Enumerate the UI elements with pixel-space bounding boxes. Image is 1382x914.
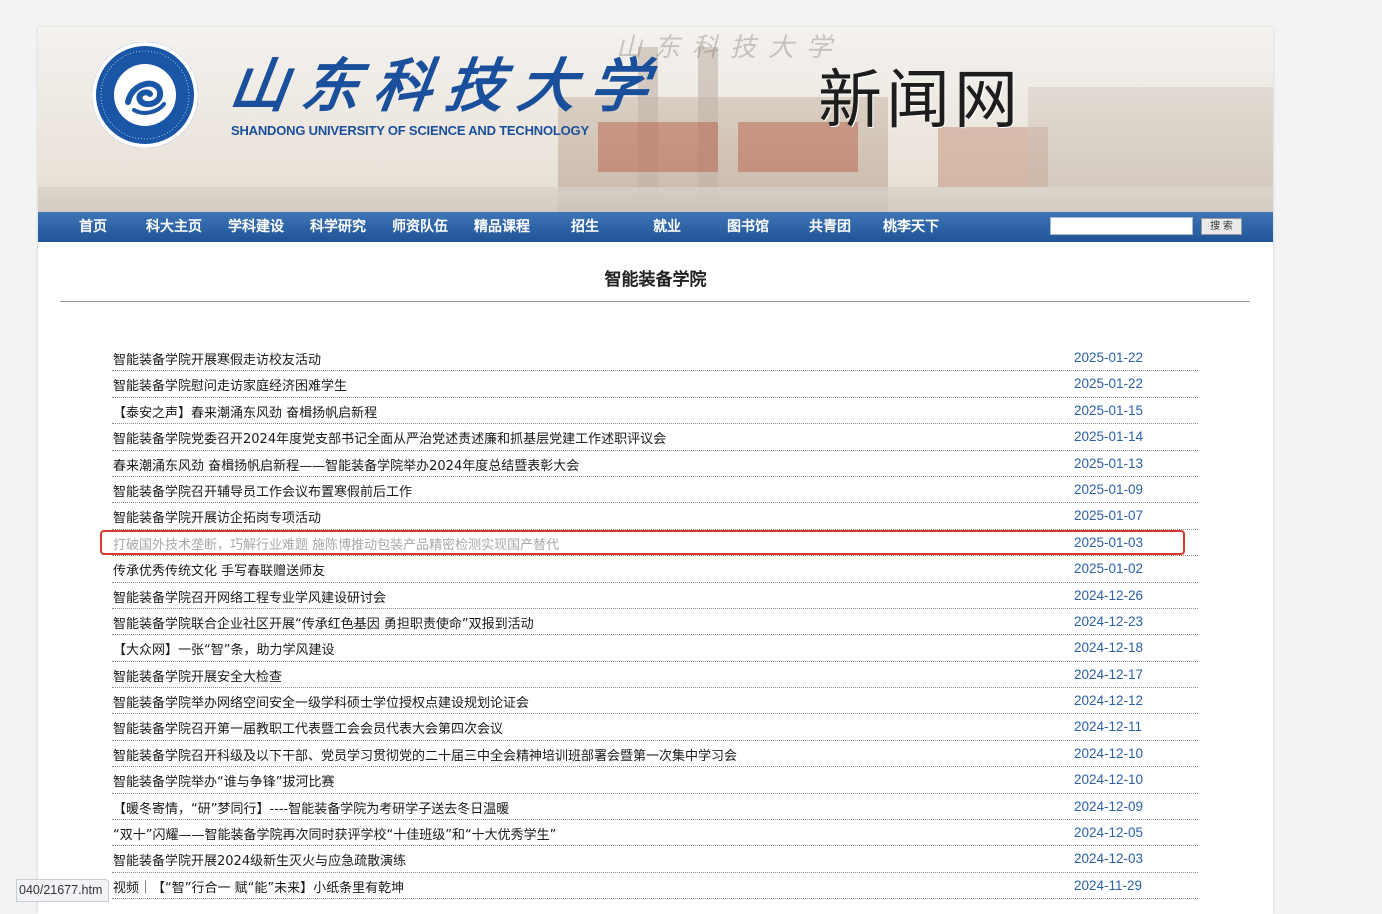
nav-item-alumni[interactable]: 桃李天下 <box>883 212 939 242</box>
news-date: 2024-12-11 <box>1074 719 1143 735</box>
nav-item-research[interactable]: 科学研究 <box>310 212 366 242</box>
news-title-link[interactable]: 智能装备学院召开网络工程专业学风建设研讨会 <box>113 587 386 606</box>
news-date: 2025-01-22 <box>1074 350 1144 365</box>
news-title-link[interactable]: 智能装备学院开展访企拓岗专项活动 <box>113 507 321 526</box>
news-date: 2025-01-13 <box>1074 455 1144 471</box>
news-item[interactable]: 智能装备学院开展寒假走访校友活动 2025-01-22 <box>112 345 1198 372</box>
news-title-link[interactable]: 【泰安之声】春来潮涌东风劲 奋楫扬帆启新程 <box>113 402 377 421</box>
news-date: 2024-12-09 <box>1074 798 1144 814</box>
university-name-english: SHANDONG UNIVERSITY OF SCIENCE AND TECHN… <box>231 123 589 138</box>
news-item[interactable]: 智能装备学院开展2024级新生灭火与应急疏散演练 2024-12-03 <box>112 846 1198 873</box>
news-title-link[interactable]: 智能装备学院召开辅导员工作会议布置寒假前后工作 <box>113 481 412 500</box>
header-banner: 山东科技大学 山东科技大学 SHANDONG UNIVERSITY OF SCI… <box>38 27 1273 212</box>
news-title-link[interactable]: 智能装备学院党委召开2024年度党支部书记全面从严治党述责述廉和抓基层党建工作述… <box>113 428 666 447</box>
swirl-icon <box>125 80 166 115</box>
news-item[interactable]: 智能装备学院慰问走访家庭经济困难学生 2025-01-22 <box>112 371 1198 398</box>
news-title-link[interactable]: 智能装备学院开展寒假走访校友活动 <box>113 349 321 368</box>
news-item[interactable]: 传承优秀传统文化 手写春联赠送师友 2025-01-02 <box>112 556 1198 583</box>
nav-item-library[interactable]: 图书馆 <box>727 212 769 242</box>
news-title-link[interactable]: 智能装备学院举办网络空间安全一级学科硕士学位授权点建设规划论证会 <box>113 692 529 711</box>
news-item[interactable]: 智能装备学院召开科级及以下干部、党员学习贯彻党的二十届三中全会精神培训班部署会暨… <box>112 741 1198 768</box>
news-item[interactable]: 智能装备学院开展安全大检查 2024-12-17 <box>112 662 1198 689</box>
news-date: 2024-12-26 <box>1074 587 1144 603</box>
news-item[interactable]: 打破国外技术垄断，巧解行业难题 施陈博推动包装产品精密检测实现国产替代 2025-… <box>112 530 1198 557</box>
search-button[interactable]: 搜 索 <box>1201 218 1242 235</box>
news-date: 2025-01-22 <box>1074 376 1144 392</box>
main-nav: 首页 科大主页 学科建设 科学研究 师资队伍 精品课程 招生 就业 图书馆 共青… <box>38 212 1273 242</box>
news-date: 2024-12-23 <box>1074 613 1144 629</box>
news-item[interactable]: 【泰安之声】春来潮涌东风劲 奋楫扬帆启新程 2025-01-15 <box>112 398 1198 425</box>
news-list: 智能装备学院开展寒假走访校友活动 2025-01-22 智能装备学院慰问走访家庭经济… <box>112 345 1198 900</box>
news-title-link[interactable]: 视频｜【“智”行合一 赋“能”未来】小纸条里有乾坤 <box>113 877 404 896</box>
news-date: 2025-01-14 <box>1074 429 1144 445</box>
building-illustration <box>1028 87 1273 187</box>
news-title-link[interactable]: 打破国外技术垄断，巧解行业难题 施陈博推动包装产品精密检测实现国产替代 <box>113 534 559 553</box>
news-title-link[interactable]: 【暖冬寄情，“研”梦同行】----智能装备学院为考研学子送去冬日温暖 <box>113 798 509 817</box>
news-title-link[interactable]: “双十”闪耀——智能装备学院再次同时获评学校“十佳班级”和“十大优秀学生” <box>113 824 556 843</box>
news-date: 2024-12-18 <box>1074 640 1144 656</box>
nav-item-careers[interactable]: 就业 <box>653 212 681 242</box>
logo-emblem <box>114 64 176 126</box>
news-title-link[interactable]: 【大众网】一张“智”条，助力学风建设 <box>113 639 334 658</box>
site-title: 新闻网 <box>818 64 1022 138</box>
university-name-watermark: 山东科技大学 <box>616 33 845 63</box>
news-title-link[interactable]: 智能装备学院召开第一届教职工代表暨工会会员代表大会第四次会议 <box>113 718 503 737</box>
news-item[interactable]: 【大众网】一张“智”条，助力学风建设 2024-12-18 <box>112 635 1198 662</box>
news-title-link[interactable]: 智能装备学院慰问走访家庭经济困难学生 <box>113 375 347 394</box>
news-date: 2024-12-12 <box>1074 693 1144 709</box>
status-bar-url: 040/21677.htm <box>16 879 110 902</box>
section-title: 智能装备学院 <box>604 270 707 290</box>
university-logo[interactable] <box>92 42 198 148</box>
news-item[interactable]: 智能装备学院党委召开2024年度党支部书记全面从严治党述责述廉和抓基层党建工作述… <box>112 424 1198 451</box>
search-input[interactable] <box>1050 217 1193 235</box>
news-date: 2025-01-09 <box>1074 481 1144 497</box>
nav-item-disciplines[interactable]: 学科建设 <box>228 212 284 242</box>
news-item[interactable]: 春来潮涌东风劲 奋楫扬帆启新程——智能装备学院举办2024年度总结暨表彰大会 20… <box>112 451 1198 477</box>
news-item[interactable]: 智能装备学院举办“谁与争锋”拔河比赛 2024-12-10 <box>112 767 1198 794</box>
nav-item-admissions[interactable]: 招生 <box>571 212 599 242</box>
news-item[interactable]: 智能装备学院开展访企拓岗专项活动 2025-01-07 <box>112 503 1198 530</box>
news-date: 2024-12-05 <box>1074 825 1144 841</box>
news-date: 2025-01-15 <box>1074 402 1144 418</box>
news-item[interactable]: 【暖冬寄情，“研”梦同行】----智能装备学院为考研学子送去冬日温暖 2024-1… <box>112 794 1198 821</box>
news-item[interactable]: 智能装备学院举办网络空间安全一级学科硕士学位授权点建设规划论证会 2024-12-… <box>112 688 1198 715</box>
nav-item-courses[interactable]: 精品课程 <box>474 212 530 242</box>
news-date: 2024-12-03 <box>1074 851 1144 867</box>
news-title-link[interactable]: 智能装备学院开展安全大检查 <box>113 666 282 685</box>
news-item[interactable]: 视频｜【“智”行合一 赋“能”未来】小纸条里有乾坤 2024-11-29 <box>112 873 1198 900</box>
news-date: 2025-01-03 <box>1074 534 1144 550</box>
nav-item-home[interactable]: 首页 <box>79 212 107 242</box>
news-title-link[interactable]: 智能装备学院举办“谁与争锋”拔河比赛 <box>113 771 334 790</box>
nav-item-youth-league[interactable]: 共青团 <box>809 212 851 242</box>
news-item[interactable]: “双十”闪耀——智能装备学院再次同时获评学校“十佳班级”和“十大优秀学生” 202… <box>112 820 1198 847</box>
news-date: 2024-11-29 <box>1074 877 1143 893</box>
news-date: 2024-12-10 <box>1074 745 1144 761</box>
news-item[interactable]: 智能装备学院召开第一届教职工代表暨工会会员代表大会第四次会议 2024-12-11 <box>112 714 1198 741</box>
news-title-link[interactable]: 智能装备学院召开科级及以下干部、党员学习贯彻党的二十届三中全会精神培训班部署会暨… <box>113 745 737 764</box>
news-title-link[interactable]: 春来潮涌东风劲 奋楫扬帆启新程——智能装备学院举办2024年度总结暨表彰大会 <box>113 455 579 474</box>
ground-illustration <box>38 187 1273 212</box>
section-divider <box>60 301 1250 302</box>
news-date: 2025-01-02 <box>1074 561 1144 577</box>
news-date: 2024-12-17 <box>1074 666 1144 682</box>
news-title-link[interactable]: 传承优秀传统文化 手写春联赠送师友 <box>113 560 325 579</box>
news-date: 2025-01-07 <box>1074 508 1144 524</box>
nav-item-main-site[interactable]: 科大主页 <box>146 212 202 242</box>
university-name-calligraphy: 山东科技大学 <box>225 52 668 120</box>
news-title-link[interactable]: 智能装备学院开展2024级新生灭火与应急疏散演练 <box>113 850 406 869</box>
news-item[interactable]: 智能装备学院联合企业社区开展“传承红色基因 勇担职责使命”双报到活动 2024-1… <box>112 609 1198 636</box>
page: 山东科技大学 山东科技大学 SHANDONG UNIVERSITY OF SCI… <box>38 27 1273 914</box>
building-illustration <box>598 122 718 172</box>
news-item[interactable]: 智能装备学院召开网络工程专业学风建设研讨会 2024-12-26 <box>112 583 1198 609</box>
news-date: 2024-12-10 <box>1074 772 1144 788</box>
news-title-link[interactable]: 智能装备学院联合企业社区开展“传承红色基因 勇担职责使命”双报到活动 <box>113 613 534 632</box>
nav-item-faculty[interactable]: 师资队伍 <box>392 212 448 242</box>
news-item[interactable]: 智能装备学院召开辅导员工作会议布置寒假前后工作 2025-01-09 <box>112 477 1198 504</box>
